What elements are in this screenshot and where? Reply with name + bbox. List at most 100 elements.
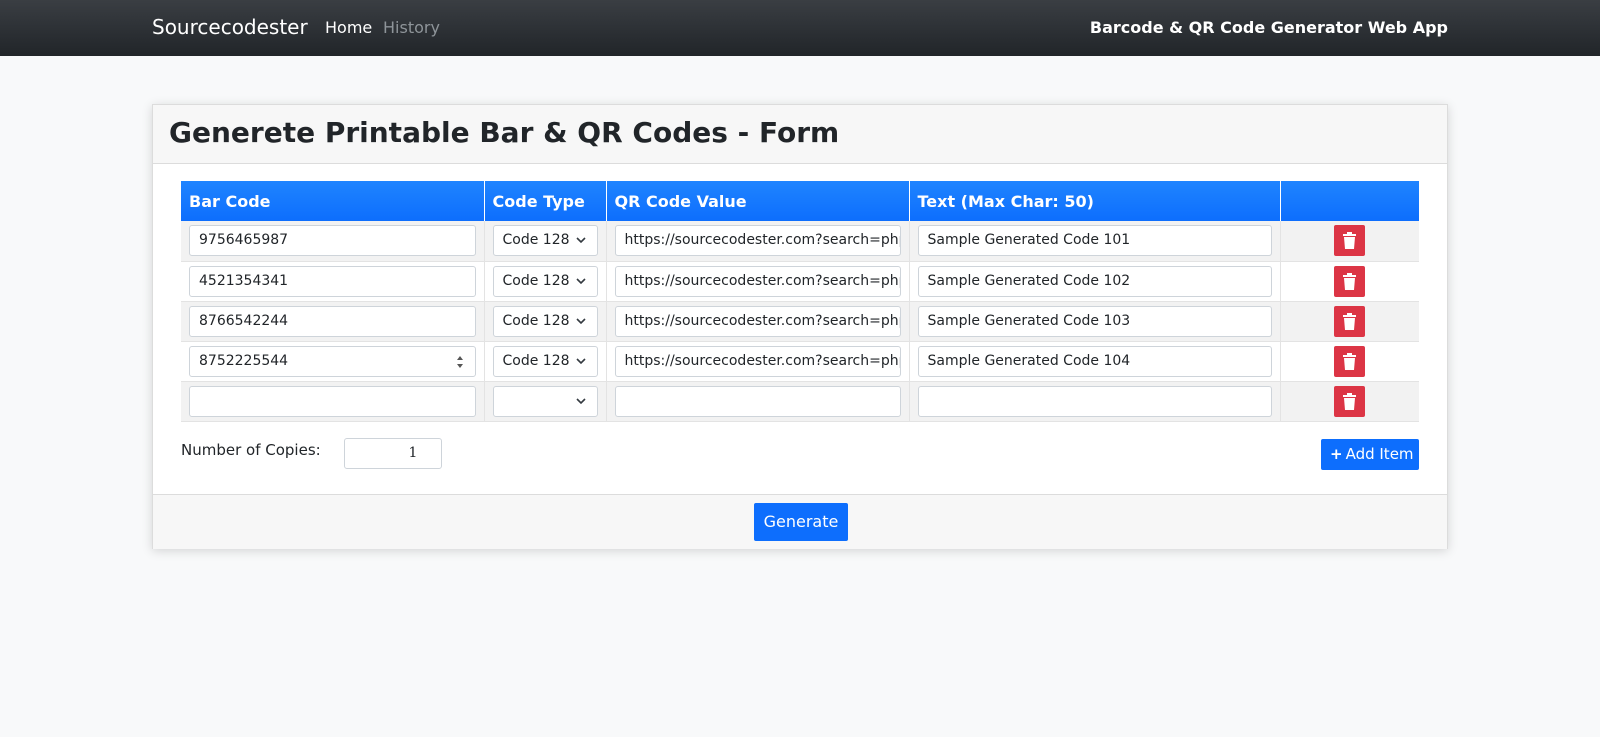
header-text: Text (Max Char: 50): [909, 181, 1281, 221]
text-value: Sample Generated Code 102: [927, 272, 1131, 289]
text-input[interactable]: Sample Generated Code 101: [917, 225, 1272, 257]
code-type-value: Code 128: [502, 272, 570, 289]
table-row: 9756465987 Code 128 https://sourcecodester…: [181, 221, 1419, 262]
page-title: Generete Printable Bar & QR Codes - Form: [169, 116, 840, 149]
cell-actions: [1280, 261, 1419, 302]
bar-code-value: 8766542244: [199, 312, 289, 329]
cell-qr-value: [606, 381, 910, 422]
qr-value-input[interactable]: https://sourcecodester.com?search=php E: [614, 345, 901, 377]
cell-actions: [1280, 341, 1419, 382]
cell-text: Sample Generated Code 101: [909, 221, 1281, 262]
text-input[interactable]: Sample Generated Code 103: [917, 305, 1272, 337]
cell-code-type: Code 128: [484, 301, 607, 342]
bar-code-value: 9756465987: [199, 232, 289, 249]
cell-actions: [1280, 301, 1419, 342]
code-type-value: Code 128: [502, 352, 570, 369]
bar-code-input[interactable]: 8752225544: [189, 345, 476, 377]
form-card: Generete Printable Bar & QR Codes - Form…: [152, 104, 1448, 549]
nav-home-link[interactable]: Home: [325, 18, 372, 37]
trash-icon: [1343, 352, 1357, 370]
bar-code-value: 8752225544: [199, 352, 289, 369]
text-value: Sample Generated Code 101: [927, 232, 1131, 249]
bar-code-input[interactable]: 9756465987: [189, 225, 476, 257]
copies-label: Number of Copies:: [181, 441, 321, 459]
qr-value-text: https://sourcecodester.com?search=php r: [624, 232, 901, 249]
cell-text: Sample Generated Code 103: [909, 301, 1281, 342]
codes-table: Bar Code Code Type QR Code Value Text (M…: [181, 181, 1419, 422]
add-item-button[interactable]: + Add Item: [1321, 439, 1419, 470]
navbar: Sourcecodester Home History Barcode & QR…: [0, 0, 1600, 56]
header-qr-value: QR Code Value: [606, 181, 910, 221]
table-row: 4521354341 Code 128 https://sourcecodester…: [181, 261, 1419, 302]
plus-icon: +: [1330, 445, 1343, 463]
code-type-select[interactable]: Code 128: [492, 345, 598, 377]
delete-row-button[interactable]: [1334, 265, 1366, 297]
cell-text: [909, 381, 1281, 422]
card-footer: Generate: [153, 494, 1447, 549]
qr-value-text: https://sourcecodester.com?search=php t: [624, 272, 901, 289]
cell-text: Sample Generated Code 104: [909, 341, 1281, 382]
qr-value-input[interactable]: [614, 385, 901, 417]
nav-history-link[interactable]: History: [383, 18, 440, 37]
header-actions: [1280, 181, 1419, 221]
text-value: Sample Generated Code 104: [927, 352, 1131, 369]
cell-qr-value: https://sourcecodester.com?search=php t: [606, 261, 910, 302]
chevron-down-icon: [575, 397, 586, 404]
cell-qr-value: https://sourcecodester.com?search=php r: [606, 221, 910, 262]
text-value: Sample Generated Code 103: [927, 312, 1131, 329]
bar-code-input[interactable]: [189, 385, 476, 417]
chevron-down-icon: [575, 317, 586, 324]
table-row: 8752225544 Code 128 https://sourcecodester…: [181, 341, 1419, 382]
card-header: Generete Printable Bar & QR Codes - Form: [153, 105, 1447, 164]
trash-icon: [1343, 232, 1357, 250]
cell-code-type: Code 128: [484, 261, 607, 302]
chevron-down-icon: [575, 357, 586, 364]
trash-icon: [1343, 272, 1357, 290]
code-type-select[interactable]: Code 128: [492, 305, 598, 337]
code-type-select[interactable]: Code 128: [492, 225, 598, 257]
cell-qr-value: https://sourcecodester.com?search=php E: [606, 341, 910, 382]
cell-actions: [1280, 221, 1419, 262]
bar-code-input[interactable]: 4521354341: [189, 265, 476, 297]
qr-value-input[interactable]: https://sourcecodester.com?search=php t: [614, 265, 901, 297]
qr-value-input[interactable]: https://sourcecodester.com?search=php r: [614, 225, 901, 257]
qr-value-text: https://sourcecodester.com?search=php E: [624, 352, 901, 369]
trash-icon: [1343, 392, 1357, 410]
qr-value-text: https://sourcecodester.com?search=php C: [624, 312, 901, 329]
text-input[interactable]: Sample Generated Code 104: [917, 345, 1272, 377]
delete-row-button[interactable]: [1334, 345, 1366, 377]
delete-row-button[interactable]: [1334, 385, 1366, 417]
bar-code-value: 4521354341: [199, 272, 289, 289]
trash-icon: [1343, 312, 1357, 330]
cell-code-type: Code 128: [484, 341, 607, 382]
header-code-type: Code Type: [484, 181, 607, 221]
text-input[interactable]: [917, 385, 1272, 417]
text-input[interactable]: Sample Generated Code 102: [917, 265, 1272, 297]
copies-input[interactable]: 1: [344, 438, 442, 469]
qr-value-input[interactable]: https://sourcecodester.com?search=php C: [614, 305, 901, 337]
cell-code-type: Code 128: [484, 221, 607, 262]
chevron-down-icon: [575, 237, 586, 244]
code-type-value: Code 128: [502, 312, 570, 329]
bar-code-input[interactable]: 8766542244: [189, 305, 476, 337]
code-type-select[interactable]: [492, 385, 598, 417]
cell-qr-value: https://sourcecodester.com?search=php C: [606, 301, 910, 342]
code-type-value: Code 128: [502, 232, 570, 249]
spinner-arrows-icon[interactable]: [455, 353, 465, 371]
delete-row-button[interactable]: [1334, 225, 1366, 257]
cell-bar-code: 8766542244: [181, 301, 485, 342]
app-title: Barcode & QR Code Generator Web App: [1089, 18, 1448, 37]
generate-button[interactable]: Generate: [754, 503, 848, 541]
cell-bar-code: 9756465987: [181, 221, 485, 262]
cell-bar-code: 8752225544: [181, 341, 485, 382]
cell-bar-code: [181, 381, 485, 422]
chevron-down-icon: [575, 277, 586, 284]
code-type-select[interactable]: Code 128: [492, 265, 598, 297]
add-item-label: Add Item: [1345, 445, 1414, 463]
delete-row-button[interactable]: [1334, 305, 1366, 337]
header-bar-code: Bar Code: [181, 181, 485, 221]
brand-link[interactable]: Sourcecodester: [152, 15, 308, 39]
cell-actions: [1280, 381, 1419, 422]
cell-text: Sample Generated Code 102: [909, 261, 1281, 302]
cell-code-type: [484, 381, 607, 422]
